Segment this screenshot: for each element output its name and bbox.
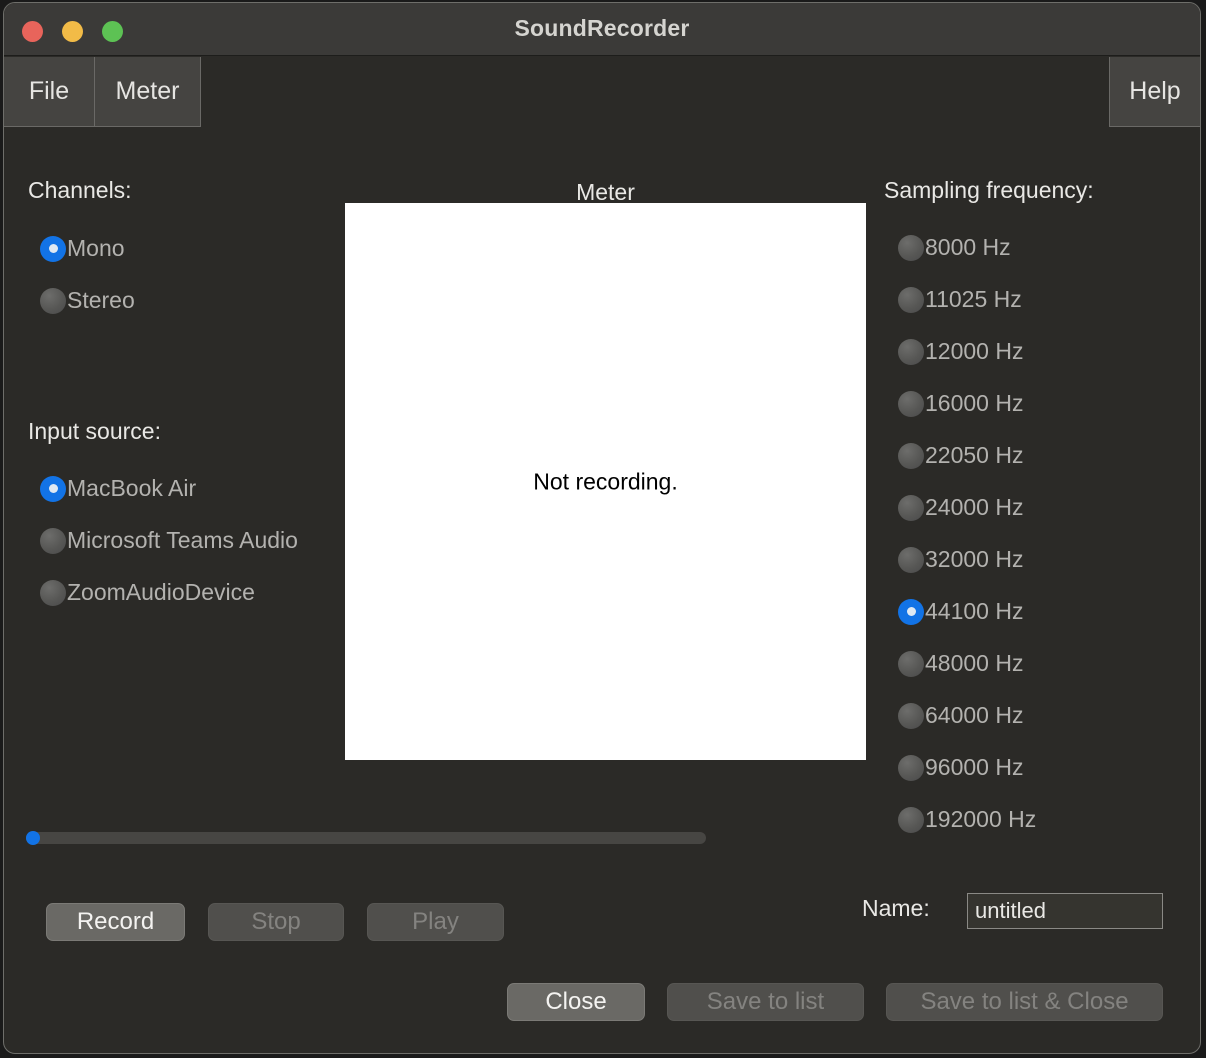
window-title: SoundRecorder	[514, 15, 690, 41]
meter-title: Meter	[576, 179, 635, 205]
menu-item-meter[interactable]: Meter	[95, 57, 201, 127]
menu-item-help[interactable]: Help	[1109, 57, 1200, 127]
radio-sampling-frequency-48000[interactable]: 48000 Hz	[898, 650, 1023, 677]
menu-item-file-label: File	[28, 77, 70, 105]
radio-indicator-icon	[898, 650, 924, 677]
channels-group-label: Channels:	[28, 177, 132, 203]
radio-input-source-microsoft-teams-audio-label: Microsoft Teams Audio	[67, 527, 298, 553]
radio-sampling-frequency-44100[interactable]: 44100 Hz	[898, 598, 1023, 625]
radio-sampling-frequency-96000-label: 96000 Hz	[925, 754, 1024, 780]
radio-channels-stereo[interactable]: Stereo	[40, 287, 135, 314]
radio-sampling-frequency-48000-label: 48000 Hz	[925, 650, 1024, 676]
input-source-group-label: Input source:	[28, 418, 161, 444]
radio-input-source-zoomaudiodevice[interactable]: ZoomAudioDevice	[40, 579, 255, 606]
play-button[interactable]: Play	[367, 903, 504, 941]
radio-input-source-macbook-air[interactable]: MacBook Air	[40, 475, 196, 502]
radio-indicator-icon	[40, 579, 66, 606]
radio-sampling-frequency-32000-label: 32000 Hz	[925, 546, 1024, 572]
radio-sampling-frequency-16000[interactable]: 16000 Hz	[898, 390, 1023, 417]
close-button[interactable]: Close	[507, 983, 645, 1021]
radio-indicator-icon	[40, 235, 66, 262]
name-input[interactable]	[967, 893, 1163, 929]
radio-sampling-frequency-192000-label: 192000 Hz	[925, 806, 1037, 832]
radio-indicator-icon	[898, 494, 924, 521]
sampling-frequency-group-label: Sampling frequency:	[884, 177, 1094, 203]
radio-indicator-icon	[898, 286, 924, 313]
radio-sampling-frequency-192000[interactable]: 192000 Hz	[898, 806, 1036, 833]
radio-indicator-icon	[898, 806, 924, 833]
radio-indicator-icon	[898, 702, 924, 729]
save-to-list-and-close-button-label: Save to list & Close	[920, 988, 1129, 1015]
radio-sampling-frequency-8000[interactable]: 8000 Hz	[898, 234, 1011, 261]
radio-indicator-icon	[40, 527, 66, 554]
meter-panel: Not recording.	[345, 203, 866, 760]
app-window: SoundRecorder File Meter Help Channels: …	[3, 2, 1201, 1054]
radio-indicator-icon	[40, 475, 66, 502]
radio-indicator-icon	[898, 546, 924, 573]
record-button-label: Record	[76, 908, 155, 935]
save-to-list-button-label: Save to list	[706, 988, 825, 1015]
slider-thumb[interactable]	[26, 831, 40, 845]
stop-button[interactable]: Stop	[208, 903, 344, 941]
radio-indicator-icon	[898, 442, 924, 469]
radio-input-source-microsoft-teams-audio[interactable]: Microsoft Teams Audio	[40, 527, 298, 554]
radio-sampling-frequency-64000-label: 64000 Hz	[925, 702, 1024, 728]
radio-sampling-frequency-11025-label: 11025 Hz	[925, 286, 1022, 312]
record-button[interactable]: Record	[46, 903, 185, 941]
radio-sampling-frequency-8000-label: 8000 Hz	[925, 234, 1011, 260]
radio-sampling-frequency-11025[interactable]: 11025 Hz	[898, 286, 1022, 313]
radio-indicator-icon	[898, 234, 924, 261]
radio-input-source-macbook-air-label: MacBook Air	[67, 475, 197, 501]
name-field-label: Name:	[862, 895, 930, 921]
radio-sampling-frequency-22050[interactable]: 22050 Hz	[898, 442, 1023, 469]
radio-indicator-icon	[40, 287, 66, 314]
radio-channels-mono[interactable]: Mono	[40, 235, 125, 262]
close-button-label: Close	[545, 988, 607, 1015]
radio-channels-stereo-label: Stereo	[67, 287, 135, 313]
save-to-list-button[interactable]: Save to list	[667, 983, 864, 1021]
save-to-list-and-close-button[interactable]: Save to list & Close	[886, 983, 1163, 1021]
menu-item-help-label: Help	[1129, 77, 1181, 105]
radio-indicator-icon	[898, 338, 924, 365]
radio-sampling-frequency-12000[interactable]: 12000 Hz	[898, 338, 1023, 365]
slider-track[interactable]	[26, 832, 706, 844]
title-bar: SoundRecorder	[4, 3, 1200, 56]
playback-position-slider[interactable]	[26, 831, 706, 845]
menu-bar: File Meter Help	[4, 57, 1200, 127]
radio-sampling-frequency-22050-label: 22050 Hz	[925, 442, 1024, 468]
play-button-label: Play	[412, 908, 459, 935]
stop-button-label: Stop	[251, 908, 301, 935]
radio-sampling-frequency-24000[interactable]: 24000 Hz	[898, 494, 1023, 521]
radio-sampling-frequency-96000[interactable]: 96000 Hz	[898, 754, 1023, 781]
meter-status-text: Not recording.	[533, 468, 678, 494]
radio-sampling-frequency-16000-label: 16000 Hz	[925, 390, 1024, 416]
main-content: Channels: Mono Stereo Input source: MacB…	[4, 127, 1200, 1053]
radio-sampling-frequency-32000[interactable]: 32000 Hz	[898, 546, 1023, 573]
menu-item-file[interactable]: File	[4, 57, 95, 127]
radio-sampling-frequency-44100-label: 44100 Hz	[925, 598, 1024, 624]
radio-indicator-icon	[898, 754, 924, 781]
radio-sampling-frequency-64000[interactable]: 64000 Hz	[898, 702, 1023, 729]
radio-input-source-zoomaudiodevice-label: ZoomAudioDevice	[67, 579, 255, 605]
menu-item-meter-label: Meter	[115, 77, 180, 105]
radio-channels-mono-label: Mono	[67, 235, 125, 261]
radio-sampling-frequency-24000-label: 24000 Hz	[925, 494, 1024, 520]
radio-indicator-icon	[898, 390, 924, 417]
radio-sampling-frequency-12000-label: 12000 Hz	[925, 338, 1024, 364]
radio-indicator-icon	[898, 598, 924, 625]
